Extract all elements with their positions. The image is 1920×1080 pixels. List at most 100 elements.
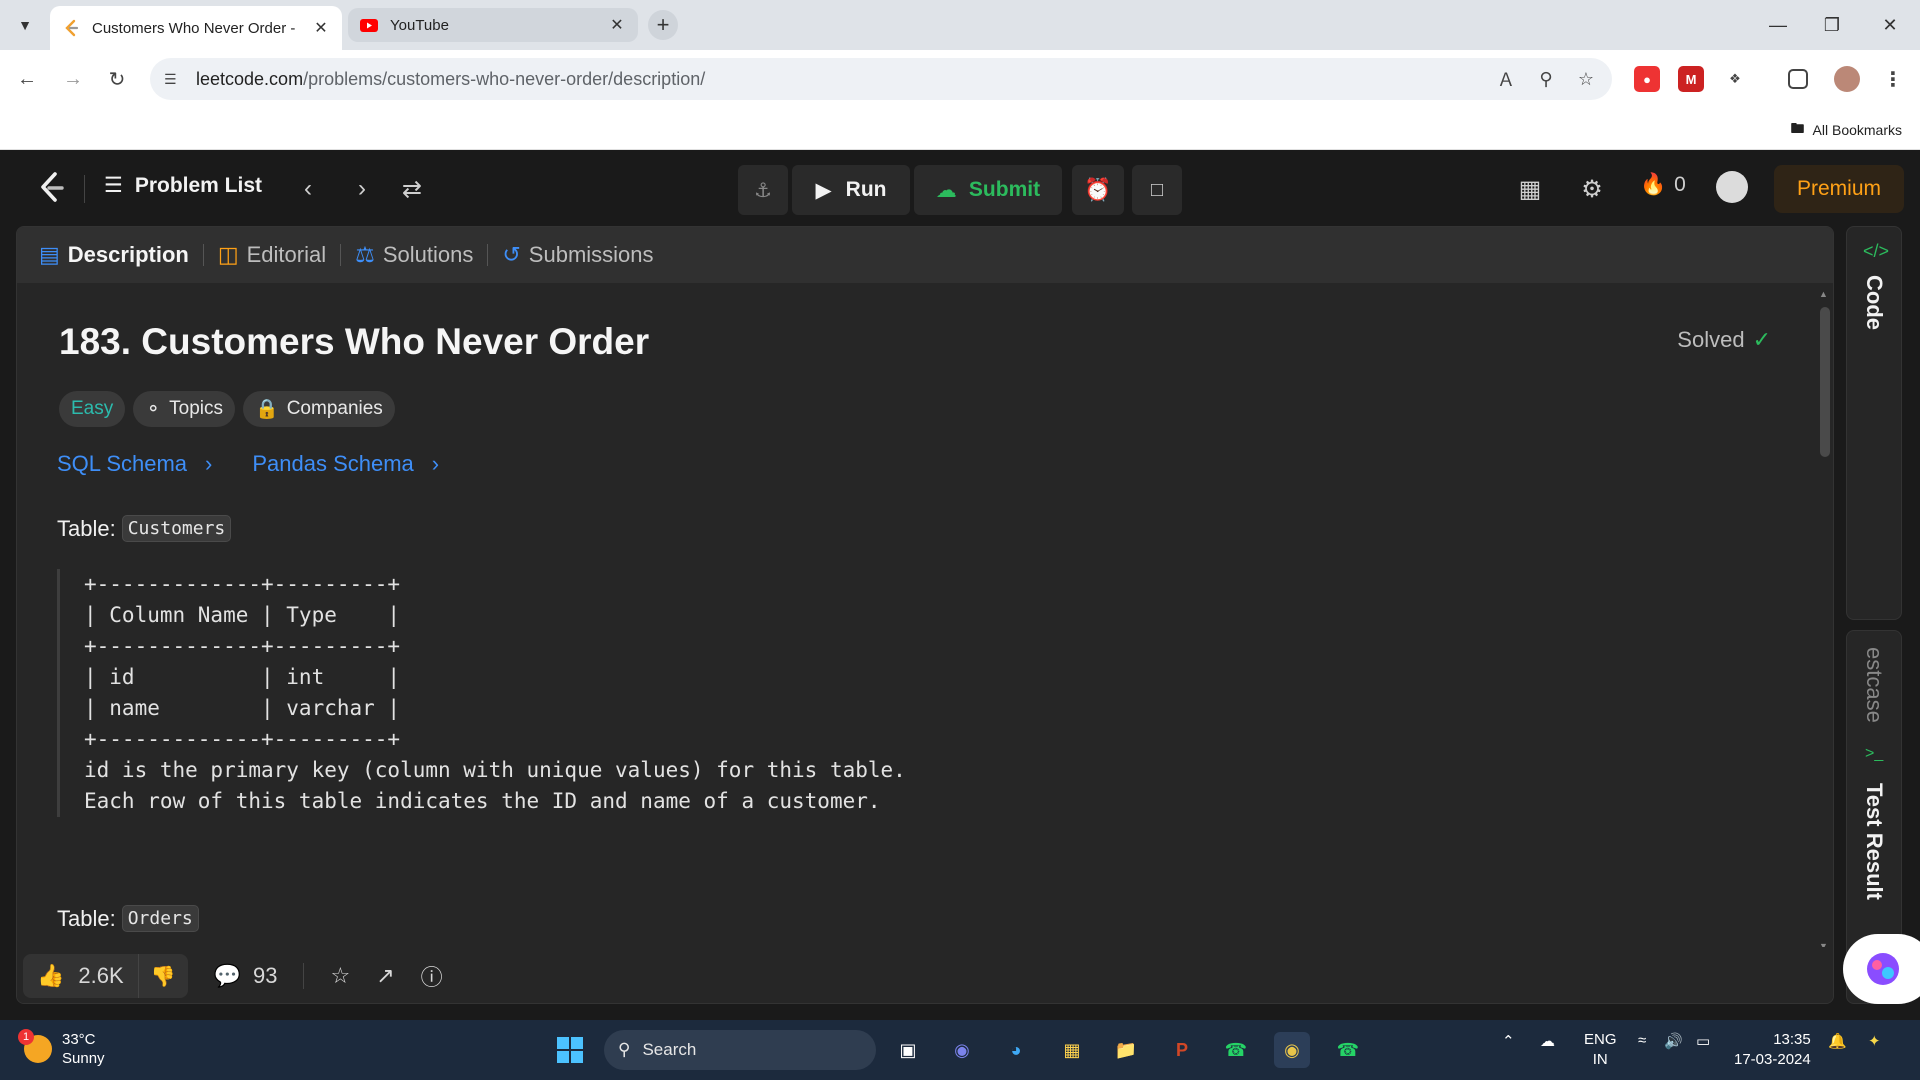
tab-submissions[interactable]: ↺ Submissions	[502, 242, 653, 268]
shuffle-icon[interactable]: ⇄	[396, 173, 428, 205]
comments-button[interactable]: 💬 93	[214, 963, 278, 989]
wifi-icon[interactable]: ≈	[1638, 1032, 1646, 1049]
battery-icon[interactable]: ▭	[1696, 1032, 1710, 1050]
tag-icon: ⚬	[145, 398, 162, 420]
companies-chip[interactable]: 🔒 Companies	[243, 391, 395, 427]
whatsapp-icon[interactable]: ☎	[1218, 1032, 1254, 1068]
sql-schema-link[interactable]: SQL Schema ›	[57, 451, 212, 477]
zoom-icon[interactable]: ⚲	[1532, 65, 1560, 93]
star-icon: ☆	[330, 963, 351, 988]
restore-icon[interactable]: ❐	[1812, 10, 1852, 40]
minimize-icon[interactable]: —	[1758, 10, 1798, 40]
ai-assistant-button[interactable]	[1843, 934, 1920, 1004]
teams-icon[interactable]: ◉	[944, 1032, 980, 1068]
edge-icon[interactable]: ◕	[998, 1032, 1034, 1068]
tab-description[interactable]: ▤ Description	[39, 242, 189, 268]
forward-icon[interactable]: →	[58, 64, 88, 94]
scroll-up-icon[interactable]: ▲	[1819, 289, 1828, 299]
show-hidden-icons-chevron-icon[interactable]: ⌃	[1502, 1032, 1515, 1050]
terminal-icon: >_	[1865, 745, 1884, 762]
code-panel-collapsed[interactable]: </> Code	[1846, 226, 1902, 620]
like-button[interactable]: 👍 2.6K	[23, 954, 138, 998]
favorite-button[interactable]: ☆	[330, 963, 350, 989]
tab-leetcode[interactable]: Customers Who Never Order - ✕	[50, 6, 342, 50]
tab-youtube[interactable]: YouTube ✕	[348, 8, 638, 42]
topics-chip[interactable]: ⚬ Topics	[133, 391, 236, 427]
new-tab-button[interactable]: +	[648, 10, 678, 40]
leetcode-favicon-icon	[62, 19, 80, 37]
share-button[interactable]: ↗	[376, 963, 394, 989]
whatsapp-icon[interactable]: ☎	[1330, 1032, 1366, 1068]
run-button[interactable]: ▶ Run	[792, 165, 910, 215]
all-bookmarks[interactable]: 🖿 All Bookmarks	[1791, 118, 1902, 142]
taskbar-search[interactable]: ⚲ Search	[604, 1030, 876, 1070]
dislike-button[interactable]: 👎	[137, 954, 188, 998]
page-title[interactable]: 183. Customers Who Never Order	[59, 321, 649, 363]
tab-close-icon[interactable]: ✕	[608, 15, 626, 35]
clock[interactable]: 13:35 17-03-2024	[1734, 1030, 1811, 1070]
translate-icon[interactable]: Ａ	[1492, 65, 1520, 93]
store-icon[interactable]: ▦	[1054, 1032, 1090, 1068]
document-icon: ▤	[39, 242, 60, 267]
tab-title: YouTube	[390, 16, 449, 34]
user-avatar[interactable]	[1716, 171, 1748, 203]
powerpoint-icon[interactable]: P	[1164, 1032, 1200, 1068]
chevron-right-icon: ›	[205, 451, 213, 476]
thumbs-up-icon: 👍	[37, 963, 65, 988]
task-view-icon[interactable]: ▣	[890, 1032, 926, 1068]
problem-list-button[interactable]: ☰ Problem List	[104, 173, 262, 198]
scrollbar[interactable]: ▲ ▼	[1817, 289, 1831, 951]
tab-close-icon[interactable]: ✕	[312, 18, 330, 38]
site-info-icon[interactable]: ☰	[164, 71, 184, 88]
testcase-label: estcase	[1862, 647, 1887, 723]
browser-toolbar: ← → ↻ ☰ leetcode.com/problems/customers-…	[0, 50, 1920, 108]
next-problem-icon[interactable]: ›	[346, 173, 378, 205]
leetcode-logo-icon[interactable]	[36, 171, 66, 205]
pandas-schema-link[interactable]: Pandas Schema ›	[252, 451, 439, 477]
bookmark-star-icon[interactable]: ☆	[1572, 65, 1600, 93]
weather-widget[interactable]: 1 33°C Sunny	[18, 1029, 105, 1068]
close-window-icon[interactable]: ✕	[1870, 10, 1910, 40]
notifications-bell-icon[interactable]: 🔔	[1828, 1032, 1847, 1050]
extensions-puzzle-icon[interactable]: ❖	[1722, 66, 1748, 92]
settings-gear-icon[interactable]: ⚙	[1576, 173, 1608, 205]
streak-counter[interactable]: 🔥 0	[1640, 173, 1686, 197]
reload-icon[interactable]: ↻	[102, 64, 132, 94]
tab-solutions[interactable]: ⚖ Solutions	[355, 242, 473, 268]
scroll-thumb[interactable]	[1820, 307, 1830, 457]
notes-button[interactable]: □	[1132, 165, 1182, 215]
language-indicator[interactable]: ENG IN	[1584, 1030, 1617, 1070]
solved-status: Solved ✓	[1677, 327, 1771, 352]
url-text[interactable]: leetcode.com/problems/customers-who-neve…	[196, 69, 1492, 90]
divider	[340, 244, 342, 266]
browser-tab-bar: ▼ Customers Who Never Order - ✕ YouTube …	[0, 0, 1920, 50]
premium-button[interactable]: Premium	[1774, 165, 1904, 213]
chrome-icon[interactable]: ◉	[1274, 1032, 1310, 1068]
extension-icon[interactable]: M	[1678, 66, 1704, 92]
debug-button[interactable]: ⚓	[738, 165, 788, 215]
copilot-icon[interactable]: ✦	[1868, 1032, 1881, 1050]
submit-button[interactable]: ☁ Submit	[914, 165, 1062, 215]
timer-button[interactable]: ⏰	[1072, 165, 1124, 215]
layout-grid-icon[interactable]: ▦	[1514, 173, 1546, 205]
tab-search-chevron-icon[interactable]: ▼	[12, 12, 38, 38]
volume-icon[interactable]: 🔊	[1664, 1032, 1683, 1050]
chevron-right-icon: ›	[431, 451, 440, 476]
address-bar[interactable]: ☰ leetcode.com/problems/customers-who-ne…	[150, 58, 1612, 100]
onedrive-icon[interactable]: ☁	[1540, 1032, 1555, 1050]
file-explorer-icon[interactable]: 📁	[1108, 1032, 1144, 1068]
windows-start-icon[interactable]	[552, 1032, 588, 1068]
tab-editorial[interactable]: ◫ Editorial	[218, 242, 326, 268]
check-circle-icon: ✓	[1752, 327, 1771, 352]
help-button[interactable]: ⓘ	[421, 960, 443, 992]
youtube-favicon-icon	[360, 16, 378, 34]
prev-problem-icon[interactable]: ‹	[292, 173, 324, 205]
side-panel-icon[interactable]	[1788, 69, 1808, 89]
note-icon: □	[1150, 178, 1164, 201]
flask-icon: ⚖	[355, 242, 375, 267]
browser-menu-icon[interactable]: ⋮	[1880, 66, 1906, 92]
extension-icon[interactable]: ●	[1634, 66, 1660, 92]
back-icon[interactable]: ←	[12, 64, 42, 94]
brain-icon	[1867, 953, 1899, 985]
profile-avatar[interactable]	[1834, 66, 1860, 92]
